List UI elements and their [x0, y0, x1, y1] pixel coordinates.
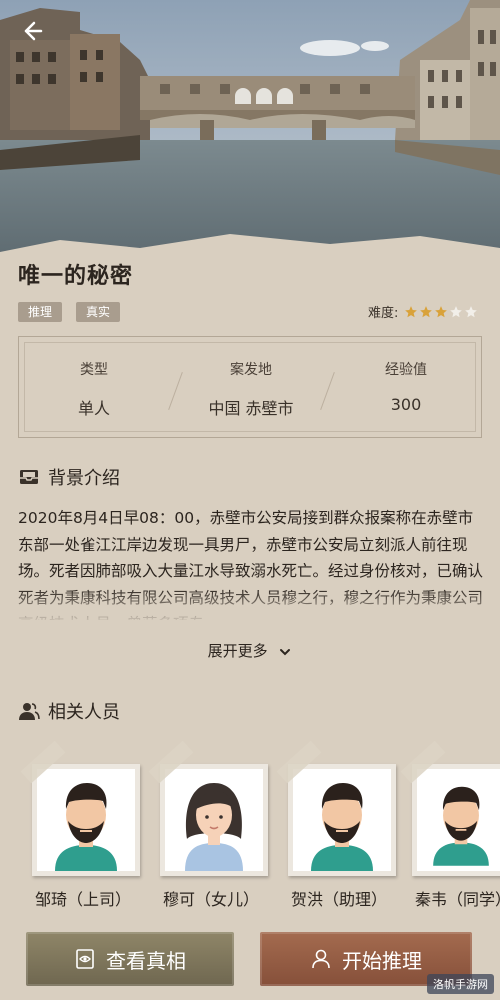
difficulty-label: 难度: [368, 306, 399, 321]
case-info-box: 类型 单人 案发地 中国 赤壁市 经验值 300 [18, 336, 482, 438]
text-fade [0, 588, 500, 624]
case-title: 唯一的秘密 [18, 264, 134, 289]
person-name: 秦韦（同学） [414, 890, 500, 909]
avatar [160, 764, 268, 876]
star-icon [465, 305, 478, 317]
tag-real: 真实 [76, 302, 121, 322]
arrow-left-icon [24, 21, 43, 41]
expand-more-button[interactable]: 展开更多 [0, 640, 500, 661]
people-icon [19, 703, 40, 720]
person-name: 穆可（女儿） [162, 890, 259, 909]
info-location-label: 案发地 [230, 362, 272, 378]
male-avatar-icon [311, 783, 373, 871]
view-truth-button[interactable]: 查看真相 [26, 932, 234, 986]
start-reasoning-label: 开始推理 [342, 948, 422, 973]
user-icon [312, 949, 330, 969]
avatar [412, 764, 500, 876]
hero-image [0, 0, 500, 262]
people-heading-text: 相关人员 [48, 702, 120, 723]
info-type-label: 类型 [80, 362, 108, 378]
avatar [32, 764, 140, 876]
chevron-down-icon [280, 648, 291, 655]
info-location: 案发地 中国 赤壁市 [176, 359, 326, 419]
back-button[interactable] [14, 14, 48, 48]
star-icon [435, 305, 448, 317]
person-name: 邹琦（上司） [34, 890, 131, 909]
difficulty-rating: 难度: [368, 302, 479, 321]
info-exp-label: 经验值 [385, 362, 427, 378]
star-icon [405, 305, 418, 317]
info-exp-value: 300 [390, 395, 422, 414]
male-avatar-icon [55, 783, 117, 871]
difficulty-stars [404, 305, 479, 319]
info-location-value: 中国 赤壁市 [208, 399, 294, 418]
background-heading: 背景介绍 [18, 464, 120, 490]
info-exp: 经验值 300 [331, 359, 481, 414]
background-heading-text: 背景介绍 [48, 468, 120, 489]
info-type-value: 单人 [77, 399, 110, 418]
person-name: 贺洪（助理） [290, 890, 387, 909]
eye-document-icon [76, 949, 94, 969]
watermark: 洛帆手游网 [427, 974, 494, 994]
tag-reasoning: 推理 [18, 302, 63, 322]
star-icon [450, 305, 463, 317]
expand-more-label: 展开更多 [207, 642, 268, 660]
info-type: 类型 单人 [19, 359, 169, 419]
people-heading: 相关人员 [18, 698, 120, 724]
female-avatar-icon [185, 783, 243, 871]
inbox-icon [20, 470, 38, 484]
star-icon [420, 305, 433, 317]
male-avatar-icon [433, 786, 489, 866]
view-truth-label: 查看真相 [106, 948, 186, 973]
avatar [288, 764, 396, 876]
